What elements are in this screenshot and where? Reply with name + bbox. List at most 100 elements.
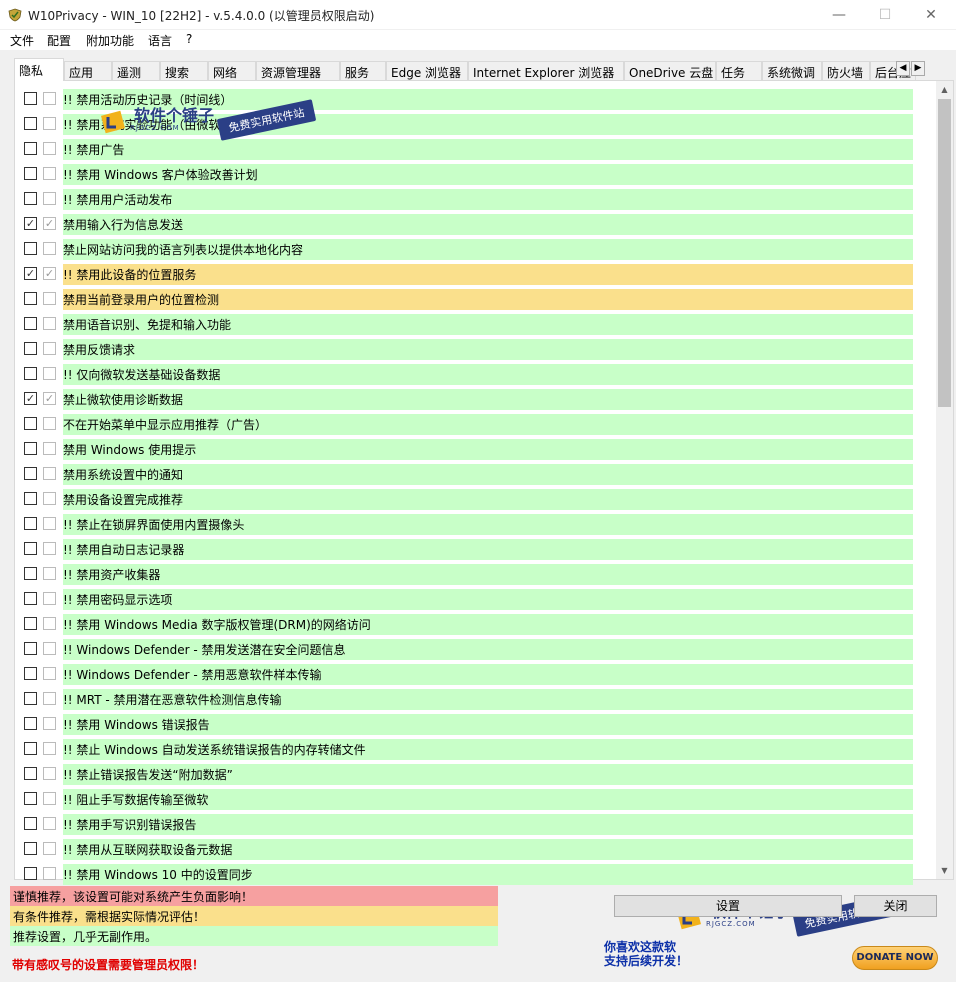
setting-checkbox[interactable] (24, 642, 37, 655)
setting-default-checkbox[interactable] (43, 492, 56, 505)
setting-default-checkbox[interactable]: ✓ (43, 392, 56, 405)
setting-default-checkbox[interactable] (43, 517, 56, 530)
tab-tasks[interactable]: 任务 (716, 61, 762, 80)
setting-default-checkbox[interactable] (43, 292, 56, 305)
setting-default-checkbox[interactable] (43, 742, 56, 755)
setting-default-checkbox[interactable] (43, 667, 56, 680)
tab-services[interactable]: 服务 (340, 61, 386, 80)
setting-checkbox[interactable] (24, 492, 37, 505)
scroll-thumb[interactable] (938, 99, 951, 407)
setting-default-checkbox[interactable] (43, 242, 56, 255)
setting-checkbox[interactable] (24, 592, 37, 605)
setting-row: !! 禁止 Windows 自动发送系统错误报告的内存转储文件 (15, 737, 937, 762)
apply-settings-button[interactable]: 设置 (614, 895, 842, 917)
setting-checkbox[interactable] (24, 342, 37, 355)
vertical-scrollbar[interactable]: ▲ ▼ (936, 81, 953, 879)
setting-checkbox[interactable]: ✓ (24, 267, 37, 280)
tab-explorer[interactable]: 资源管理器 (256, 61, 340, 80)
setting-default-checkbox[interactable] (43, 617, 56, 630)
setting-default-checkbox[interactable] (43, 117, 56, 130)
setting-checkbox[interactable] (24, 117, 37, 130)
setting-checkbox[interactable] (24, 792, 37, 805)
setting-default-checkbox[interactable] (43, 167, 56, 180)
tab-firewall[interactable]: 防火墙 (822, 61, 870, 80)
tab-tweaks[interactable]: 系统微调 (762, 61, 822, 80)
setting-default-checkbox[interactable] (43, 642, 56, 655)
setting-checkbox[interactable] (24, 92, 37, 105)
setting-checkbox[interactable] (24, 442, 37, 455)
donate-button[interactable]: DONATE NOW (852, 946, 938, 970)
tab-search[interactable]: 搜索 (160, 61, 208, 80)
setting-checkbox[interactable] (24, 767, 37, 780)
setting-row: !! 禁用密码显示选项 (15, 587, 937, 612)
setting-checkbox[interactable] (24, 142, 37, 155)
setting-default-checkbox[interactable] (43, 592, 56, 605)
setting-default-checkbox[interactable] (43, 142, 56, 155)
setting-checkbox[interactable] (24, 742, 37, 755)
scroll-down-button[interactable]: ▼ (936, 862, 953, 879)
setting-checkbox[interactable] (24, 542, 37, 555)
tab-onedrive[interactable]: OneDrive 云盘 (624, 61, 716, 80)
setting-default-checkbox[interactable] (43, 192, 56, 205)
menu-help[interactable]: ? (186, 32, 192, 46)
setting-checkbox[interactable] (24, 292, 37, 305)
setting-checkbox[interactable] (24, 242, 37, 255)
menu-config[interactable]: 配置 (47, 32, 71, 49)
setting-checkbox[interactable] (24, 717, 37, 730)
setting-default-checkbox[interactable] (43, 717, 56, 730)
setting-label: !! 禁用从互联网获取设备元数据 (63, 839, 913, 860)
close-window-button[interactable]: ✕ (908, 0, 954, 30)
setting-checkbox[interactable] (24, 317, 37, 330)
menu-language[interactable]: 语言 (148, 32, 172, 49)
setting-checkbox[interactable] (24, 517, 37, 530)
maximize-button[interactable]: ☐ (862, 0, 908, 30)
setting-default-checkbox[interactable] (43, 542, 56, 555)
menu-file[interactable]: 文件 (10, 32, 34, 49)
scroll-up-button[interactable]: ▲ (936, 81, 953, 98)
close-button[interactable]: 关闭 (854, 895, 937, 917)
setting-default-checkbox[interactable] (43, 467, 56, 480)
setting-checkbox[interactable] (24, 842, 37, 855)
setting-checkbox[interactable] (24, 567, 37, 580)
setting-checkbox[interactable] (24, 617, 37, 630)
setting-default-checkbox[interactable] (43, 342, 56, 355)
setting-default-checkbox[interactable] (43, 417, 56, 430)
setting-checkbox[interactable] (24, 467, 37, 480)
setting-checkbox[interactable]: ✓ (24, 217, 37, 230)
tab-internet-explorer[interactable]: Internet Explorer 浏览器 (468, 61, 624, 80)
setting-default-checkbox[interactable] (43, 442, 56, 455)
setting-default-checkbox[interactable]: ✓ (43, 267, 56, 280)
setting-default-checkbox[interactable] (43, 567, 56, 580)
setting-checkbox[interactable] (24, 692, 37, 705)
setting-default-checkbox[interactable] (43, 842, 56, 855)
setting-row: ✓ ✓ !! 禁用此设备的位置服务 (15, 262, 937, 287)
setting-default-checkbox[interactable] (43, 317, 56, 330)
setting-default-checkbox[interactable] (43, 767, 56, 780)
tab-scroll-left-button[interactable]: ◀ (896, 61, 910, 76)
setting-label: !! 禁用此设备的位置服务 (63, 264, 913, 285)
menu-extras[interactable]: 附加功能 (86, 32, 134, 49)
tab-telemetry[interactable]: 遥测 (112, 61, 160, 80)
tab-scroll-right-button[interactable]: ▶ (911, 61, 925, 76)
setting-checkbox[interactable] (24, 192, 37, 205)
setting-checkbox[interactable] (24, 417, 37, 430)
tab-edge[interactable]: Edge 浏览器 (386, 61, 468, 80)
setting-default-checkbox[interactable] (43, 92, 56, 105)
setting-checkbox[interactable] (24, 367, 37, 380)
setting-row: 禁止网站访问我的语言列表以提供本地化内容 (15, 237, 937, 262)
minimize-button[interactable]: — (816, 0, 862, 30)
setting-checkbox[interactable]: ✓ (24, 392, 37, 405)
tab-privacy[interactable]: 隐私 (14, 58, 64, 81)
setting-default-checkbox[interactable]: ✓ (43, 217, 56, 230)
setting-checkbox[interactable] (24, 667, 37, 680)
setting-default-checkbox[interactable] (43, 867, 56, 880)
tab-network[interactable]: 网络 (208, 61, 256, 80)
setting-checkbox[interactable] (24, 817, 37, 830)
setting-default-checkbox[interactable] (43, 817, 56, 830)
setting-default-checkbox[interactable] (43, 692, 56, 705)
tab-apps[interactable]: 应用 (64, 61, 112, 80)
setting-default-checkbox[interactable] (43, 367, 56, 380)
setting-checkbox[interactable] (24, 867, 37, 880)
setting-default-checkbox[interactable] (43, 792, 56, 805)
setting-checkbox[interactable] (24, 167, 37, 180)
